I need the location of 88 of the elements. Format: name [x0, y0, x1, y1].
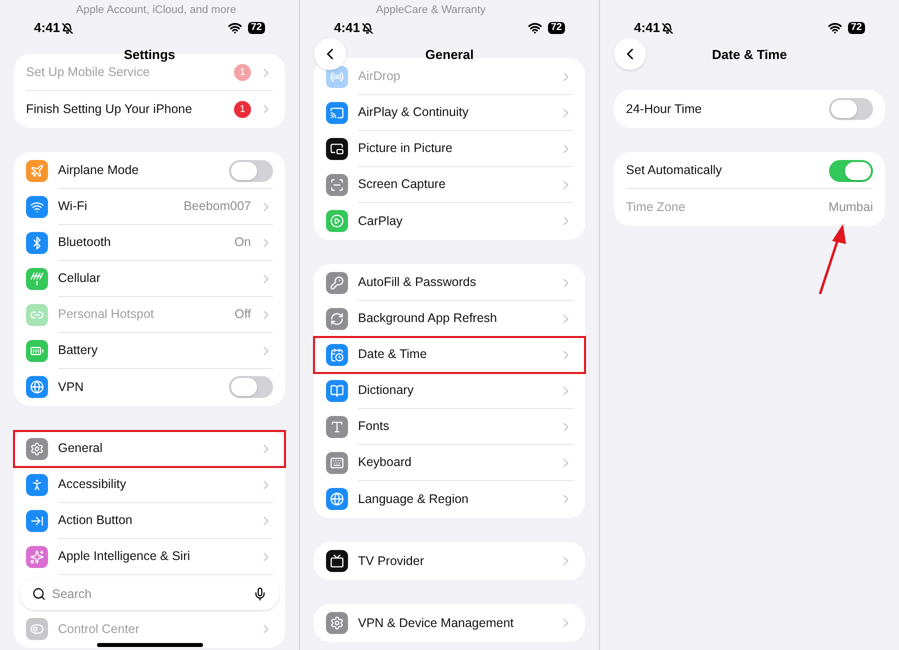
row-label: VPN	[58, 378, 85, 396]
notification-badge: 1	[234, 100, 251, 118]
row-label: Finish Setting Up Your iPhone	[26, 100, 194, 118]
settings-row[interactable]: Battery	[14, 333, 285, 369]
back-button[interactable]	[314, 38, 346, 70]
settings-row[interactable]: CarPlay	[314, 203, 585, 239]
settings-row[interactable]: Cellular	[14, 261, 285, 297]
screen-title: Date & Time	[712, 46, 787, 64]
row-value: Beebom007	[184, 198, 251, 216]
row-label: Background App Refresh	[358, 310, 498, 328]
status-time: 4:41	[634, 19, 660, 38]
battery-level: 72	[848, 22, 865, 34]
row-label: Time Zone	[626, 198, 686, 216]
row-label: CarPlay	[358, 212, 404, 230]
settings-row[interactable]: Bluetooth On	[14, 225, 285, 261]
row-label: Wi-Fi	[58, 198, 88, 216]
settings-row[interactable]: Airplane Mode	[14, 153, 285, 189]
settings-row[interactable]: Keyboard	[314, 445, 585, 481]
settings-row[interactable]: TV Provider	[314, 543, 585, 579]
row-value: Off	[234, 306, 251, 324]
row-label: Bluetooth	[58, 234, 112, 252]
row-label: TV Provider	[358, 552, 425, 570]
toggle-switch[interactable]	[229, 376, 273, 398]
settings-row[interactable]: General	[14, 431, 285, 467]
row-label: Set Up Mobile Service	[26, 64, 151, 82]
row-label: Screen Capture	[358, 176, 447, 194]
status-time: 4:41	[334, 19, 360, 38]
settings-row[interactable]: Finish Setting Up Your iPhone 1	[14, 91, 285, 127]
row-label: Keyboard	[358, 454, 413, 472]
row-label: Fonts	[358, 418, 390, 436]
search-placeholder: Search	[52, 586, 93, 603]
search-icon	[32, 587, 46, 601]
settings-row[interactable]: Apple Intelligence & Siri	[14, 539, 285, 575]
row-label: Apple Intelligence & Siri	[58, 548, 192, 566]
settings-row[interactable]: Action Button	[14, 503, 285, 539]
bell-off-icon	[62, 22, 74, 34]
row-label: Personal Hotspot	[58, 306, 155, 324]
settings-row[interactable]: VPN	[14, 369, 285, 405]
screen-title: Settings	[124, 46, 176, 64]
status-time: 4:41	[34, 19, 60, 38]
row-label: Set Automatically	[626, 162, 723, 180]
row-label: Date & Time	[358, 346, 428, 364]
settings-row[interactable]: Fonts	[314, 409, 585, 445]
row-label: Battery	[58, 342, 99, 360]
scrolled-text: Apple Account, iCloud, and more	[76, 3, 236, 18]
row-label: Control Center	[58, 620, 140, 638]
settings-row[interactable]: AirPlay & Continuity	[314, 95, 585, 131]
row-label: Language & Region	[358, 490, 470, 508]
row-label: AirPlay & Continuity	[358, 104, 470, 122]
toggle-switch[interactable]	[829, 160, 873, 182]
microphone-icon	[253, 587, 267, 601]
settings-row[interactable]: Wi-Fi Beebom007	[14, 189, 285, 225]
wifi-icon	[228, 21, 242, 35]
row-label: 24-Hour Time	[626, 100, 703, 118]
wifi-icon	[828, 21, 842, 35]
row-label: VPN & Device Management	[358, 614, 515, 632]
row-label: Action Button	[58, 512, 134, 530]
back-button[interactable]	[614, 38, 646, 70]
battery-level: 72	[248, 22, 265, 34]
settings-row[interactable]: Background App Refresh	[314, 301, 585, 337]
settings-row[interactable]: Set Automatically	[614, 153, 885, 189]
settings-row[interactable]: Dictionary	[314, 373, 585, 409]
scrolled-text: AppleCare & Warranty	[376, 3, 486, 18]
row-label: General	[58, 440, 104, 458]
toggle-switch[interactable]	[829, 98, 873, 120]
row-label: Picture in Picture	[358, 140, 454, 158]
settings-row[interactable]: Screen Capture	[314, 167, 585, 203]
row-value: Mumbai	[828, 198, 873, 216]
toggle-switch[interactable]	[229, 160, 273, 182]
settings-row[interactable]: 24-Hour Time	[614, 91, 885, 127]
settings-row[interactable]: AutoFill & Passwords	[314, 265, 585, 301]
row-label: Cellular	[58, 270, 102, 288]
wifi-icon	[528, 21, 542, 35]
row-label: Accessibility	[58, 476, 128, 494]
notification-badge: 1	[234, 64, 251, 81]
row-label: Airplane Mode	[58, 162, 140, 180]
row-label: AirDrop	[358, 68, 402, 86]
battery-level: 72	[548, 22, 565, 34]
settings-row[interactable]: Accessibility	[14, 467, 285, 503]
settings-row[interactable]: VPN & Device Management	[314, 605, 585, 641]
settings-row[interactable]: Date & Time	[314, 337, 585, 373]
bell-off-icon	[662, 22, 674, 34]
settings-row[interactable]: Language & Region	[314, 481, 585, 517]
bell-off-icon	[362, 22, 374, 34]
row-label: AutoFill & Passwords	[358, 274, 478, 292]
row-label: Dictionary	[358, 382, 415, 400]
row-value: On	[234, 234, 251, 252]
settings-row[interactable]: Picture in Picture	[314, 131, 585, 167]
